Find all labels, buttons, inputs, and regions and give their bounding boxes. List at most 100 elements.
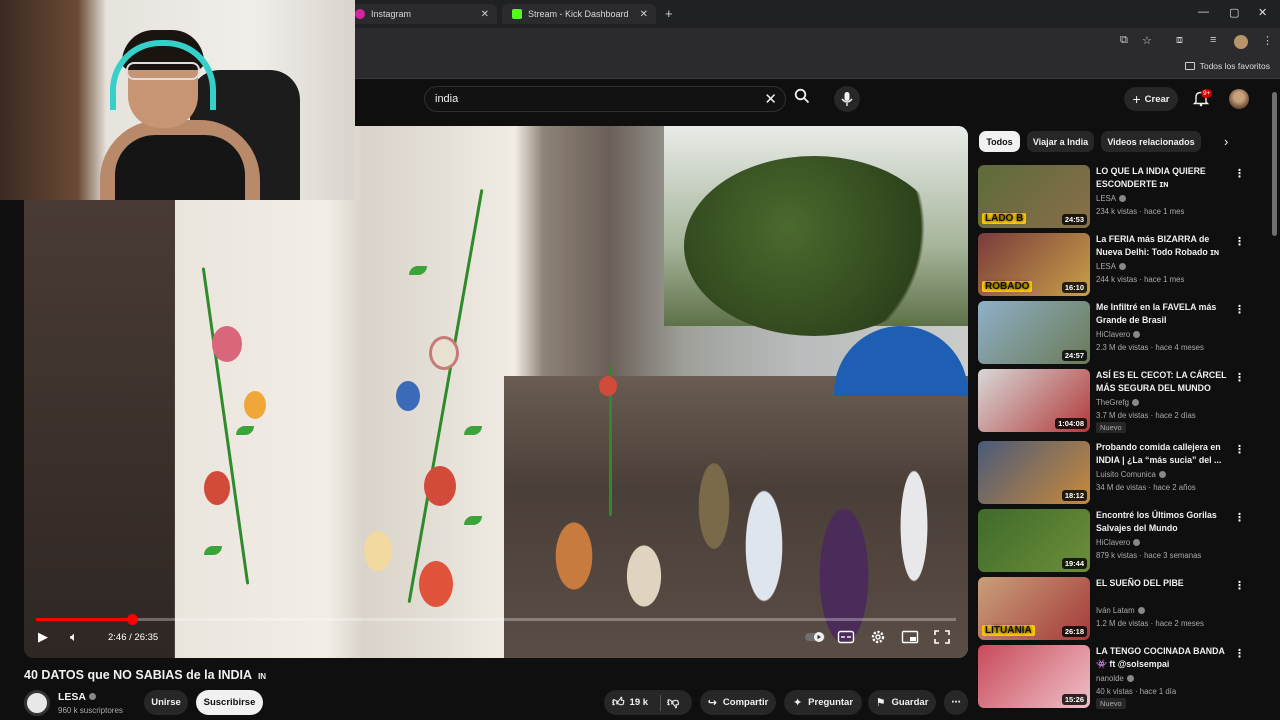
recommendation-channel[interactable]: TheGrefg [1096, 398, 1139, 407]
search-input[interactable] [435, 93, 735, 105]
video-thumbnail[interactable]: 15:26 [978, 645, 1090, 708]
notifications-badge: 9+ [1201, 89, 1213, 98]
clear-search-icon[interactable]: ✕ [764, 90, 777, 108]
progress-scrubber[interactable] [126, 614, 138, 625]
more-options-icon[interactable]: ⋮ [1234, 235, 1245, 248]
media-icon[interactable]: ≡ [1210, 34, 1216, 46]
recommendation-channel[interactable]: LESA [1096, 194, 1126, 203]
recommendation-channel[interactable]: Luisito Comunica [1096, 470, 1166, 479]
recommendation-channel[interactable]: nanolde [1096, 674, 1134, 683]
channel-name[interactable]: LESA [58, 691, 96, 703]
video-thumbnail[interactable]: LADO B 24:53 [978, 165, 1090, 228]
close-window-icon[interactable]: ✕ [1258, 6, 1267, 19]
recommendation-title[interactable]: Probando comida callejera en INDIA | ¿La… [1096, 441, 1232, 466]
recommendation-item[interactable]: 1:04:08 ASÍ ES EL CECOT: LA CÁRCEL MÁS SE… [978, 369, 1268, 433]
search-box[interactable]: ✕ [424, 86, 786, 112]
like-count: 19 k [629, 697, 649, 708]
new-tab-icon[interactable]: + [665, 6, 673, 21]
search-button[interactable] [790, 88, 814, 110]
video-duration: 24:57 [1061, 350, 1087, 361]
create-button[interactable]: + Crear [1124, 87, 1178, 111]
video-thumbnail[interactable]: ROBADO 16:10 [978, 233, 1090, 296]
all-bookmarks[interactable]: Todos los favoritos [1184, 61, 1270, 71]
recommendation-item[interactable]: 19:44 Encontré los Últimos Gorilas Salvaj… [978, 509, 1268, 573]
recommendation-stats: 40 k vistas · hace 1 día [1096, 687, 1177, 696]
video-title-text: 40 DATOS que NO SABIAS de la INDIA [24, 668, 252, 682]
recommendation-title[interactable]: ASÍ ES EL CECOT: LA CÁRCEL MÁS SEGURA DE… [1096, 369, 1232, 394]
close-tab-icon[interactable]: ✕ [640, 9, 648, 20]
extensions-icon[interactable]: ⧈ [1176, 34, 1183, 47]
ask-button[interactable]: ✦ Preguntar [784, 690, 862, 715]
like-button[interactable]: 👍︎ 19 k [612, 695, 648, 710]
video-thumbnail[interactable]: 19:44 [978, 509, 1090, 572]
video-thumbnail[interactable]: 18:12 [978, 441, 1090, 504]
recommendation-item[interactable]: 15:26 LA TENGO COCINADA BANDA 👾 ft @solse… [978, 645, 1268, 709]
settings-gear-icon[interactable] [869, 629, 887, 645]
chevron-right-icon[interactable]: › [1224, 134, 1228, 149]
like-dislike-group: 👍︎ 19 k 👎︎ [604, 690, 692, 715]
close-tab-icon[interactable]: ✕ [481, 9, 489, 20]
recommendation-channel[interactable]: Iván Latam [1096, 606, 1145, 615]
recommendation-title[interactable]: Me Infiltré en la FAVELA más Grande de B… [1096, 301, 1232, 326]
dislike-button[interactable]: 👎︎ [667, 695, 679, 710]
recommendation-title[interactable]: LO QUE LA INDIA QUIERE ESCONDERTE ɪɴ [1096, 165, 1232, 190]
chip-videos-relacionados[interactable]: Videos relacionados [1101, 131, 1201, 152]
video-thumbnail[interactable]: LITUANIA 26:18 [978, 577, 1090, 640]
bookmark-star-icon[interactable]: ☆ [1142, 34, 1152, 47]
menu-dots-icon[interactable]: ⋮ [1262, 34, 1273, 47]
scrollbar[interactable] [1272, 92, 1277, 236]
video-thumbnail[interactable]: 1:04:08 [978, 369, 1090, 432]
miniplayer-icon[interactable] [901, 629, 919, 645]
profile-icon[interactable] [1234, 35, 1248, 49]
recommendation-channel[interactable]: LESA [1096, 262, 1126, 271]
recommendation-item[interactable]: LITUANIA 26:18 EL SUEÑO DEL PIBE Iván Latam… [978, 577, 1268, 641]
subscribe-button[interactable]: Suscribirse [196, 690, 263, 715]
verified-icon [1137, 607, 1145, 614]
more-options-icon[interactable]: ⋮ [1234, 443, 1245, 456]
maximize-icon[interactable]: ▢ [1229, 6, 1239, 19]
divider [660, 694, 662, 711]
folder-icon [1184, 62, 1195, 70]
recommendation-title[interactable]: LA TENGO COCINADA BANDA 👾 ft @solsempai [1096, 645, 1232, 670]
cast-icon[interactable]: ⧉ [1120, 34, 1128, 47]
volume-icon[interactable]: 🔈︎ [70, 629, 78, 645]
channel-avatar[interactable] [24, 690, 50, 716]
chip-todos[interactable]: Todos [979, 131, 1020, 152]
recommendation-title[interactable]: La FERIA más BIZARRA de Nueva Delhi: Tod… [1096, 233, 1232, 258]
recommendation-title[interactable]: Encontré los Últimos Gorilas Salvajes de… [1096, 509, 1232, 534]
more-options-icon[interactable]: ⋮ [1234, 303, 1245, 316]
verified-icon [1126, 675, 1134, 682]
save-button[interactable]: ⚑ Guardar [868, 690, 936, 715]
progress-bar[interactable] [36, 618, 956, 621]
recommendation-item[interactable]: 24:57 Me Infiltré en la FAVELA más Grande… [978, 301, 1268, 365]
more-options-icon[interactable]: ⋮ [1234, 579, 1245, 592]
more-options-icon[interactable]: ⋮ [1234, 647, 1245, 660]
join-button[interactable]: Unirse [144, 690, 188, 715]
recommendation-channel[interactable]: HiClavero [1096, 538, 1141, 547]
account-avatar[interactable] [1229, 89, 1249, 109]
recommendation-item[interactable]: LADO B 24:53 LO QUE LA INDIA QUIERE ESCOND… [978, 165, 1268, 229]
more-options-icon[interactable]: ⋮ [1234, 511, 1245, 524]
kick-icon [512, 9, 522, 19]
recommendation-channel[interactable]: HiClavero [1096, 330, 1141, 339]
video-player[interactable]: ▶ 🔈︎ 2:46 / 26:35 [24, 126, 968, 658]
tab-label: Stream - Kick Dashboard [528, 9, 629, 19]
recommendation-stats: 879 k vistas · hace 3 semanas [1096, 551, 1202, 560]
video-thumbnail[interactable]: 24:57 [978, 301, 1090, 364]
tab-instagram[interactable]: Instagram ✕ [345, 4, 497, 24]
chip-viajar-a-india[interactable]: Viajar a India [1027, 131, 1094, 152]
recommendation-item[interactable]: 18:12 Probando comida callejera en INDIA … [978, 441, 1268, 505]
recommendation-title[interactable]: EL SUEÑO DEL PIBE [1096, 577, 1232, 590]
share-button[interactable]: ↪ Compartir [700, 690, 776, 715]
autoplay-toggle-icon[interactable] [804, 629, 826, 645]
play-button[interactable]: ▶ [38, 629, 48, 645]
minimize-icon[interactable]: — [1198, 6, 1209, 18]
more-options-icon[interactable]: ⋮ [1234, 167, 1245, 180]
more-options-icon[interactable]: ⋮ [1234, 371, 1245, 384]
subtitles-icon[interactable] [837, 629, 855, 645]
fullscreen-icon[interactable] [933, 629, 951, 645]
more-actions-button[interactable]: ⋯ [944, 690, 968, 715]
tab-kick-dashboard[interactable]: Stream - Kick Dashboard ✕ [502, 4, 656, 24]
voice-search-button[interactable] [834, 86, 860, 112]
recommendation-item[interactable]: ROBADO 16:10 La FERIA más BIZARRA de Nueva… [978, 233, 1268, 297]
